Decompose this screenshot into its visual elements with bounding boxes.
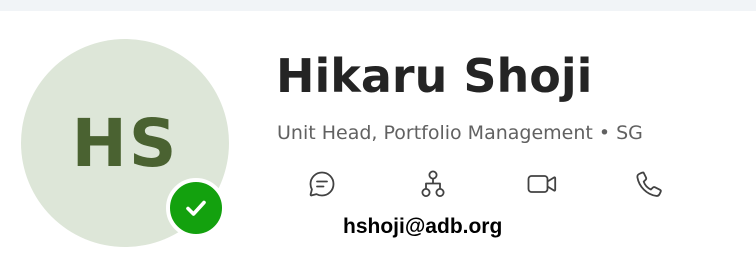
phone-call-icon [636,171,662,197]
avatar-initials: HS [71,104,179,182]
phone-call-button[interactable] [629,164,669,204]
checkmark-icon [186,200,206,216]
org-chart-button[interactable] [413,164,453,204]
contact-email[interactable]: hshoji@adb.org [343,214,502,240]
chat-icon [309,171,335,197]
contact-card: HS Hikaru Shoji Unit Head, Portfolio Man… [0,0,756,269]
presence-available-badge [166,178,226,238]
video-call-button[interactable] [522,164,562,204]
top-strip [0,0,756,11]
org-chart-icon [421,170,445,197]
video-call-icon [527,175,557,193]
contact-title-location: Unit Head, Portfolio Management • SG [277,122,643,144]
chat-button[interactable] [302,164,342,204]
contact-name: Hikaru Shoji [276,49,593,103]
